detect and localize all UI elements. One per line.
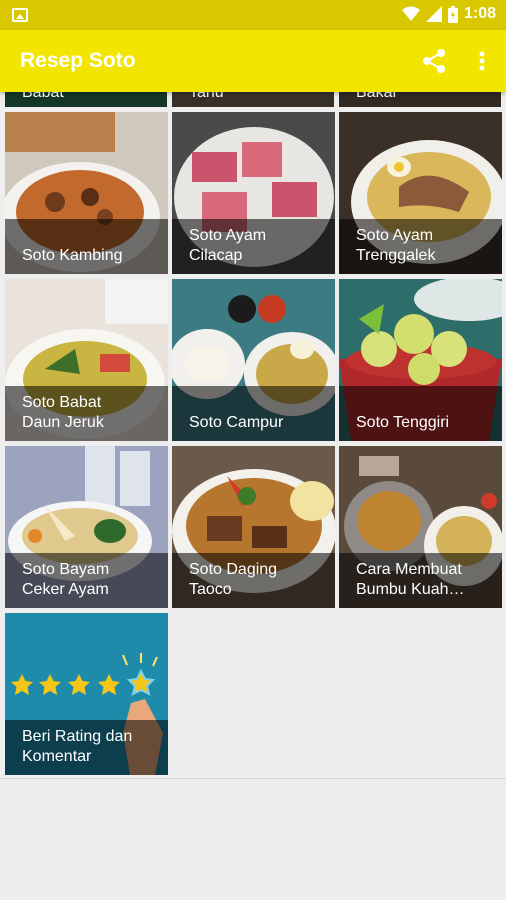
recipe-tile-soto-tenggiri[interactable]: Soto Tenggiri (339, 279, 502, 441)
recipe-tile-cara-membuat-bumbu-kuah[interactable]: Cara Membuat Bumbu Kuah… (339, 446, 502, 608)
recipe-tile-partial[interactable]: Bakar (339, 92, 501, 107)
image-notification-icon (12, 8, 28, 22)
app-title: Resep Soto (20, 49, 136, 72)
rate-and-comment-tile[interactable]: Beri Rating dan Komentar (5, 613, 168, 775)
status-time: 1:08 (463, 5, 496, 22)
recipe-tile-soto-babat-daun-jeruk[interactable]: Soto Babat Daun Jeruk (5, 279, 168, 441)
recipe-tile-partial[interactable]: Tahu (172, 92, 334, 107)
share-icon[interactable] (420, 47, 448, 75)
wifi-icon (401, 6, 420, 21)
battery-icon (447, 5, 458, 23)
app-bar: Resep Soto (0, 30, 506, 92)
recipe-tile-soto-daging-taoco[interactable]: Soto Daging Taoco (172, 446, 335, 608)
recipe-tile-soto-ayam-cilacap[interactable]: Soto Ayam Cilacap (172, 112, 335, 274)
recipe-tile-soto-kambing[interactable]: Soto Kambing (5, 112, 168, 274)
more-options-icon[interactable] (470, 47, 494, 75)
recipe-tile-soto-ayam-trenggalek[interactable]: Soto Ayam Trenggalek (339, 112, 502, 274)
list-end-divider (0, 778, 506, 779)
recipe-tile-soto-campur[interactable]: Soto Campur (172, 279, 335, 441)
recipe-tile-partial[interactable]: Babat (5, 92, 167, 107)
recipe-tile-soto-bayam-ceker-ayam[interactable]: Soto Bayam Ceker Ayam (5, 446, 168, 608)
status-bar: 1:08 (0, 0, 506, 30)
signal-icon (425, 6, 442, 22)
